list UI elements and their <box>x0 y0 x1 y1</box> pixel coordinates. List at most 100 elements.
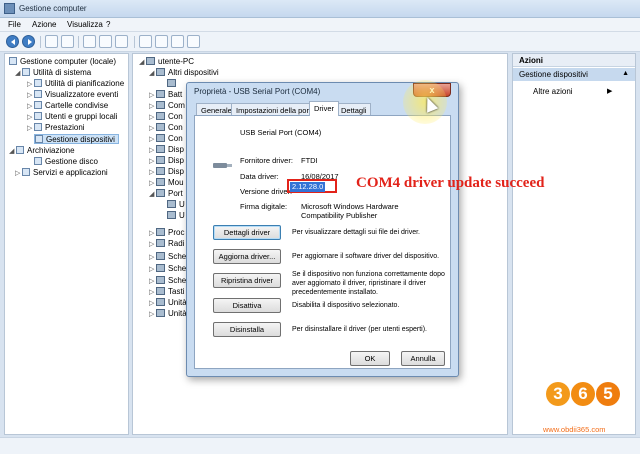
more-actions-link[interactable]: Altre azioni ▶ <box>533 87 612 96</box>
ok-button[interactable]: OK <box>350 351 390 366</box>
processor-icon <box>156 228 165 236</box>
collapse-arrow-icon[interactable]: ◢ <box>15 69 22 79</box>
toolbar <box>0 32 640 52</box>
device-category[interactable]: ▷ Com <box>149 100 185 111</box>
menu-file[interactable]: File <box>8 20 21 29</box>
adapter-icon <box>156 252 165 260</box>
device-category[interactable]: ▷ Disp <box>149 166 184 177</box>
driver-provider-label: Fornitore driver: <box>240 156 293 165</box>
window-titlebar: Gestione computer <box>0 0 640 18</box>
device-category[interactable]: ▷ Radi <box>149 238 184 249</box>
disable-desc: Disabilita il dispositivo selezionato. <box>292 302 400 309</box>
expand-arrow-icon[interactable]: ▷ <box>149 264 156 275</box>
driver-date-label: Data driver: <box>240 172 279 181</box>
device-category[interactable]: ▷ Unità <box>149 297 187 308</box>
menu-help[interactable]: ? <box>106 20 110 29</box>
rollback-driver-button[interactable]: Ripristina driver <box>213 273 281 288</box>
tree-item-task-scheduler[interactable]: ▷ Utilità di pianificazione <box>27 79 124 89</box>
device-category[interactable]: ▷ Disp <box>149 144 184 155</box>
expand-arrow-icon[interactable]: ▷ <box>27 124 34 134</box>
back-arrow-icon[interactable] <box>6 35 19 48</box>
tree-item-disk-management[interactable]: Gestione disco <box>34 157 98 167</box>
expand-arrow-icon[interactable]: ▷ <box>27 91 34 101</box>
controller-icon <box>156 134 165 142</box>
expand-arrow-icon[interactable]: ▷ <box>27 80 34 90</box>
digital-signature-value: Microsoft Windows Hardware Compatibility… <box>301 202 399 220</box>
keyboard-icon <box>156 287 165 295</box>
menu-visualizza[interactable]: Visualizza <box>67 20 103 29</box>
cancel-button[interactable]: Annulla <box>401 351 445 366</box>
performance-icon <box>34 123 42 131</box>
device-category[interactable]: ▷ Sche <box>149 263 186 274</box>
expand-arrow-icon[interactable]: ▷ <box>15 169 22 179</box>
tab-driver[interactable]: Driver <box>309 101 339 116</box>
update-driver-button[interactable]: Aggiorna driver... <box>213 249 281 264</box>
show-hide-tree-icon[interactable] <box>61 35 74 48</box>
status-bar <box>0 437 640 454</box>
collapse-arrow-icon[interactable]: ◢ <box>149 68 156 79</box>
device-category[interactable]: ▷ Con <box>149 133 183 144</box>
uninstall-icon[interactable] <box>171 35 184 48</box>
device-category[interactable]: ▷ Tasti <box>149 286 184 297</box>
device-category[interactable]: ▷ Disp <box>149 155 184 166</box>
device-category[interactable]: ▷ Mou <box>149 177 184 188</box>
device-root[interactable]: ◢ utente-PC <box>139 56 194 67</box>
device-item[interactable] <box>167 78 179 89</box>
collapse-arrow-icon[interactable]: ▲ <box>622 70 629 77</box>
collapse-arrow-icon[interactable]: ◢ <box>9 147 16 157</box>
tree-item-system-tools[interactable]: ◢ Utilità di sistema <box>15 68 91 78</box>
disable-button[interactable]: Disattiva <box>213 298 281 313</box>
other-devices-icon <box>156 68 165 76</box>
device-manager-icon <box>35 135 43 143</box>
display-icon <box>156 167 165 175</box>
device-category[interactable]: ▷ Sche <box>149 251 186 262</box>
device-category[interactable]: ◢ Port <box>149 188 183 199</box>
device-category[interactable]: ▷ Unità <box>149 308 187 319</box>
device-category[interactable]: ▷ Proc <box>149 227 184 238</box>
menu-bar: File Azione Visualizza ? <box>0 18 640 32</box>
collapse-arrow-icon[interactable]: ◢ <box>149 189 156 200</box>
expand-arrow-icon[interactable]: ▷ <box>27 113 34 123</box>
uninstall-button[interactable]: Disinstalla <box>213 322 281 337</box>
device-item[interactable]: U <box>167 199 185 210</box>
battery-icon <box>156 90 165 98</box>
event-viewer-icon <box>34 90 42 98</box>
properties-icon[interactable] <box>83 35 96 48</box>
collapse-arrow-icon[interactable]: ◢ <box>139 57 146 68</box>
expand-arrow-icon[interactable]: ▷ <box>149 252 156 263</box>
digital-signature-label: Firma digitale: <box>240 202 288 211</box>
device-category[interactable]: ▷ Sche <box>149 275 186 286</box>
actions-section[interactable]: Gestione dispositivi ▲ <box>513 68 635 81</box>
port-icon <box>156 189 165 197</box>
computer-icon <box>156 101 165 109</box>
navigation-tree: Gestione computer (locale) ◢ Utilità di s… <box>4 53 129 435</box>
forward-arrow-icon[interactable] <box>22 35 35 48</box>
tree-item-computer-management[interactable]: Gestione computer (locale) <box>9 57 116 67</box>
tree-item-shared-folders[interactable]: ▷ Cartelle condivise <box>27 101 108 111</box>
up-folder-icon[interactable] <box>45 35 58 48</box>
tree-item-performance[interactable]: ▷ Prestazioni <box>27 123 85 133</box>
expand-arrow-icon[interactable]: ▷ <box>27 102 34 112</box>
tree-item-storage[interactable]: ◢ Archiviazione <box>9 146 75 156</box>
scan-hardware-icon[interactable] <box>139 35 152 48</box>
update-driver-icon[interactable] <box>155 35 168 48</box>
driver-details-button[interactable]: Dettagli driver <box>213 225 281 240</box>
device-category[interactable]: ◢ Altri dispositivi <box>149 67 219 78</box>
shared-folder-icon <box>34 101 42 109</box>
device-item[interactable]: U <box>167 210 185 221</box>
tree-item-local-users[interactable]: ▷ Utenti e gruppi locali <box>27 112 117 122</box>
device-category[interactable]: ▷ Con <box>149 122 183 133</box>
tree-item-event-viewer[interactable]: ▷ Visualizzatore eventi <box>27 90 118 100</box>
show-hide-action-pane-icon[interactable] <box>115 35 128 48</box>
help-icon[interactable] <box>99 35 112 48</box>
disable-device-icon[interactable] <box>187 35 200 48</box>
device-category[interactable]: ▷ Con <box>149 111 183 122</box>
tree-item-device-manager[interactable]: Gestione dispositivi <box>34 134 119 144</box>
expand-arrow-icon[interactable]: ▷ <box>149 239 156 250</box>
driver-details-desc: Per visualizzare dettagli sui file dei d… <box>292 229 421 236</box>
serial-port-icon <box>167 200 176 208</box>
tree-item-services-apps[interactable]: ▷ Servizi e applicazioni <box>15 168 108 178</box>
expand-arrow-icon[interactable]: ▷ <box>149 309 156 320</box>
menu-azione[interactable]: Azione <box>32 20 56 29</box>
device-category[interactable]: ▷ Batt <box>149 89 182 100</box>
